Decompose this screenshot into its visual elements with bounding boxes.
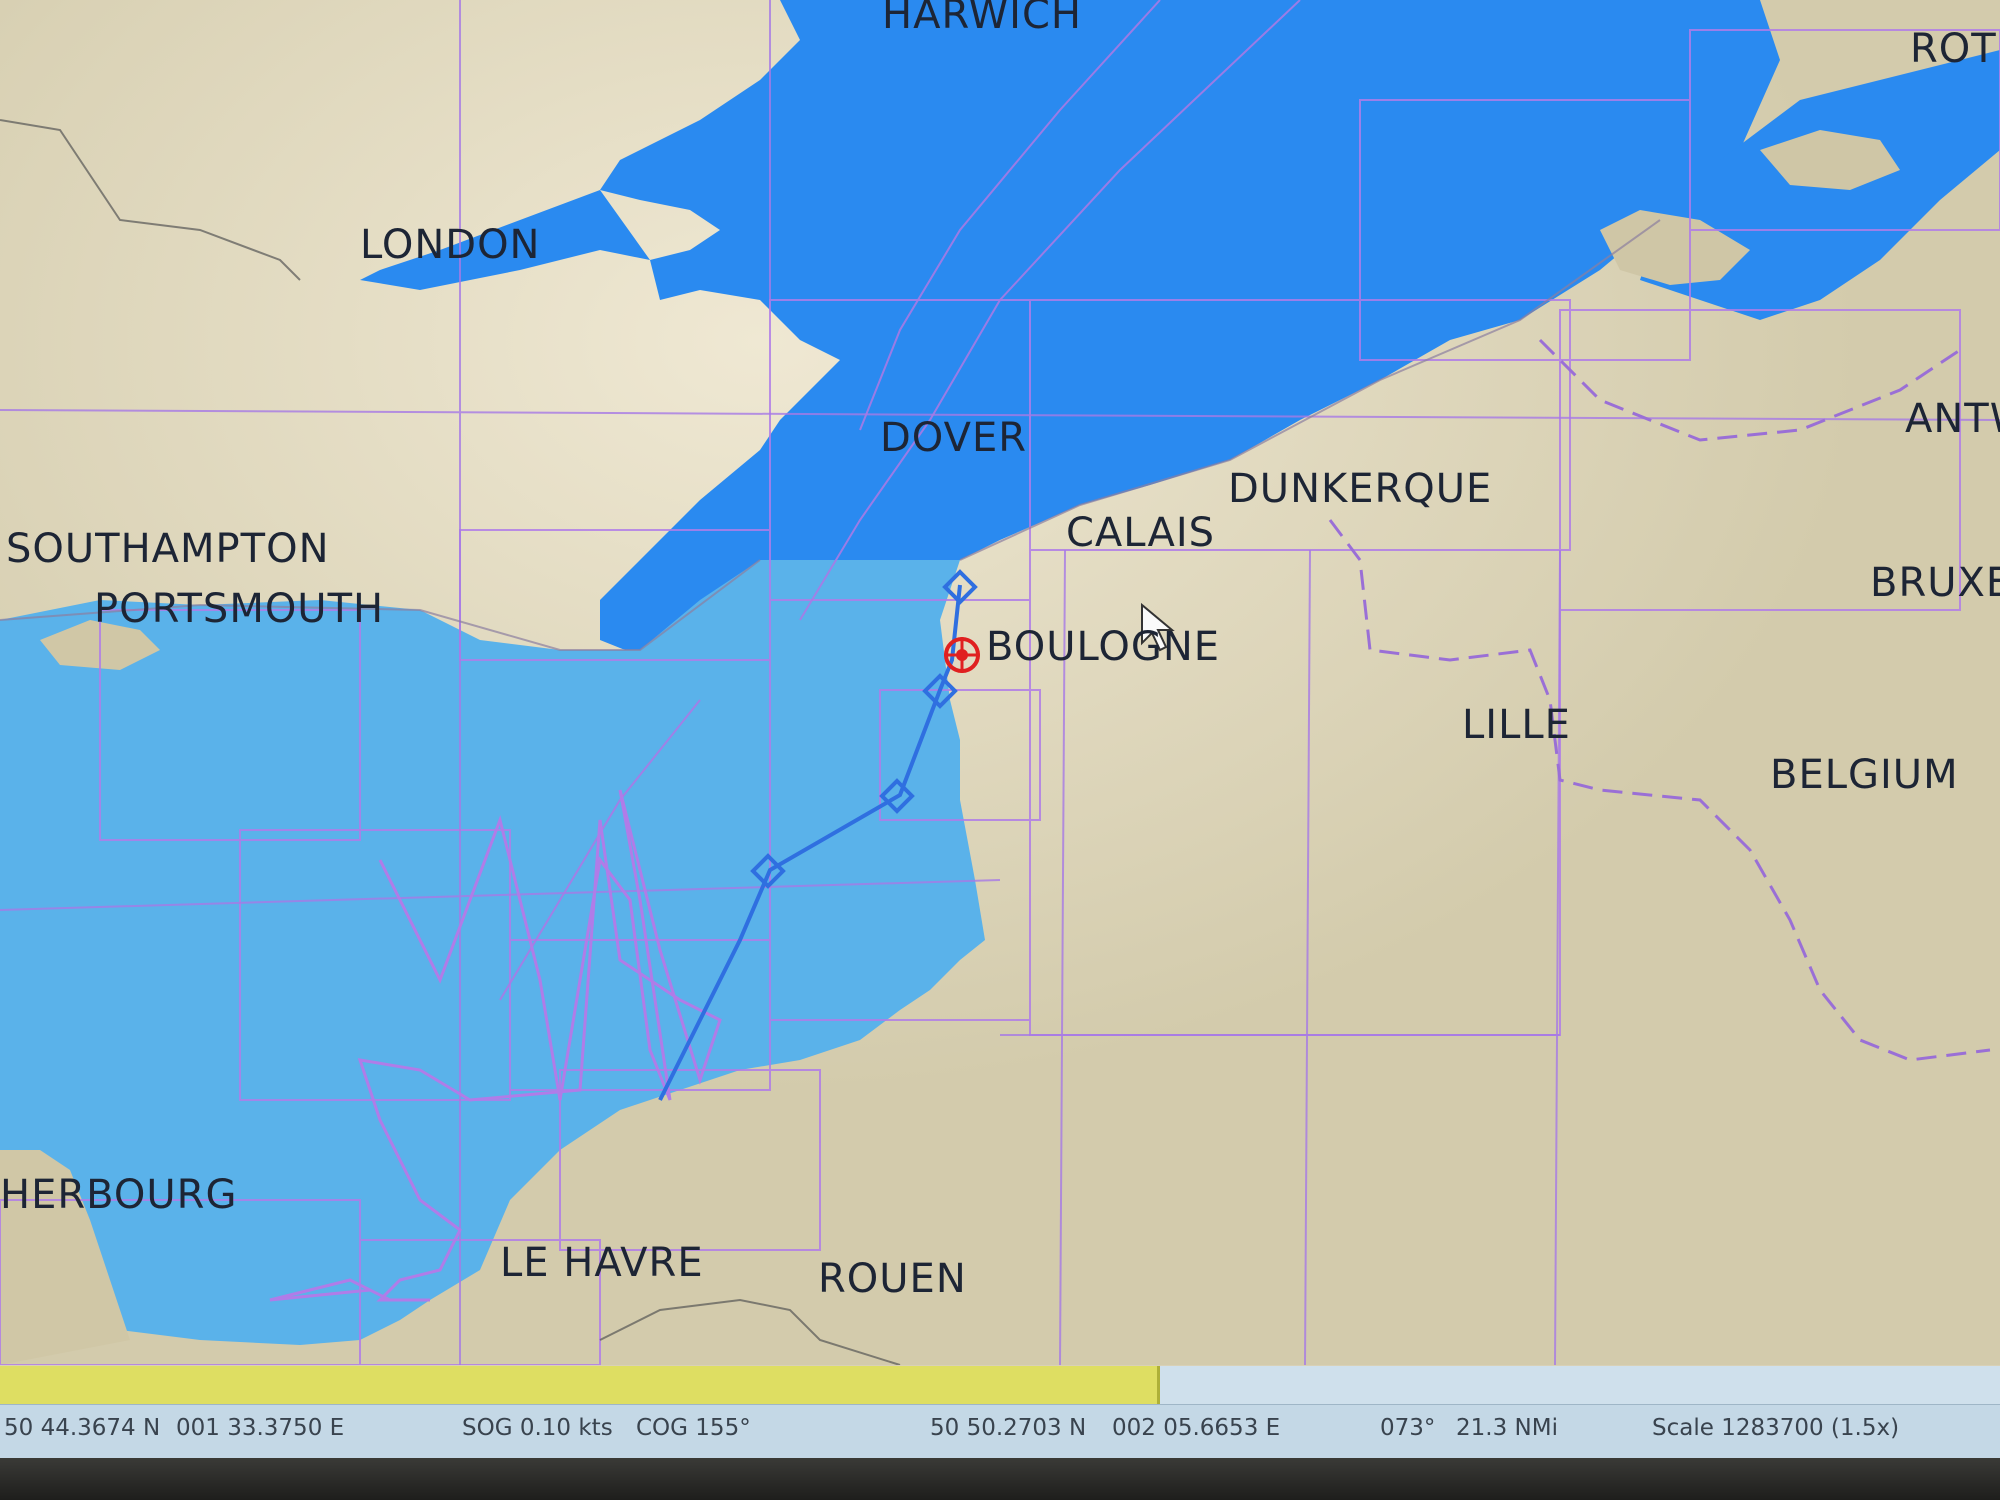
bearing-to-cursor: 073° <box>1380 1415 1436 1441</box>
speed-over-ground: SOG 0.10 kts <box>462 1415 613 1441</box>
course-over-ground: COG 155° <box>636 1415 751 1441</box>
progress-fill <box>0 1366 1160 1404</box>
distance-to-cursor: 21.3 NMi <box>1456 1415 1558 1441</box>
boat-position-icon[interactable] <box>944 637 980 673</box>
place-label-calais: CALAIS <box>1066 510 1216 556</box>
place-label-belgium: BELGIUM <box>1770 752 1959 798</box>
place-label-southampton: SOUTHAMPTON <box>6 526 330 572</box>
place-label-london: LONDON <box>360 222 541 268</box>
place-label-portsmouth: PORTSMOUTH <box>94 586 385 632</box>
place-label-antw: ANTW <box>1905 396 2000 442</box>
nautical-chart[interactable] <box>0 0 2000 1365</box>
monitor-bezel <box>0 1458 2000 1500</box>
place-label-lille: LILLE <box>1462 702 1571 748</box>
chart-scale: Scale 1283700 (1.5x) <box>1652 1415 1900 1441</box>
chart-loading-progress-bar <box>0 1366 2000 1404</box>
place-label-dover: DOVER <box>880 415 1028 461</box>
chart-plotter-screen: HARWICH ROT LONDON DOVER ANTW DUNKERQUE … <box>0 0 2000 1500</box>
place-label-cherbourg: HERBOURG <box>0 1172 238 1218</box>
place-label-boulogne: BOULOGNE <box>986 624 1221 670</box>
place-label-harwich: HARWICH <box>882 0 1082 38</box>
place-label-le-havre: LE HAVRE <box>500 1240 704 1286</box>
cursor-longitude: 001 33.3750 E <box>176 1415 345 1441</box>
boat-latitude: 50 50.2703 N <box>930 1415 1087 1441</box>
status-bar: 50 44.3674 N 001 33.3750 E SOG 0.10 kts … <box>0 1404 2000 1459</box>
cursor-latitude: 50 44.3674 N <box>4 1415 161 1441</box>
boat-longitude: 002 05.6653 E <box>1112 1415 1281 1441</box>
place-label-rot: ROT <box>1910 26 1997 72</box>
place-label-bruxe: BRUXE <box>1870 560 2000 606</box>
place-label-rouen: ROUEN <box>818 1256 967 1302</box>
place-label-dunkerque: DUNKERQUE <box>1228 466 1493 512</box>
